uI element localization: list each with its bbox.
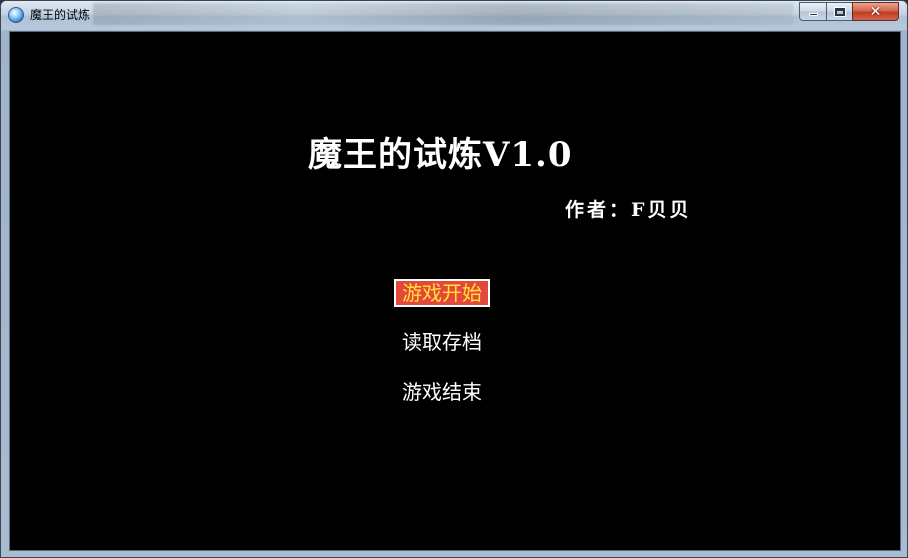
close-button[interactable]: ✕ bbox=[852, 2, 899, 21]
game-canvas[interactable]: 魔王的试炼V1.0 作者：F贝贝 游戏开始 读取存档 游戏结束 bbox=[9, 31, 901, 551]
menu-item-load-save[interactable]: 读取存档 bbox=[394, 329, 490, 357]
maximize-button[interactable] bbox=[826, 2, 852, 21]
app-window: 魔王的试炼 ✕ 魔王的试炼V1.0 作者：F贝贝 游戏开始 读取存档 游戏结束 bbox=[0, 0, 908, 558]
caption-buttons: ✕ bbox=[799, 2, 899, 21]
maximize-icon bbox=[833, 6, 846, 17]
close-icon: ✕ bbox=[869, 3, 882, 20]
title-bar-glass bbox=[93, 3, 793, 25]
main-menu: 游戏开始 读取存档 游戏结束 bbox=[10, 32, 900, 550]
app-icon[interactable] bbox=[8, 7, 24, 23]
minimize-button[interactable] bbox=[799, 2, 826, 21]
menu-item-start-game[interactable]: 游戏开始 bbox=[394, 279, 490, 307]
window-title: 魔王的试炼 bbox=[30, 8, 91, 22]
minimize-icon bbox=[808, 13, 818, 16]
menu-item-exit-game[interactable]: 游戏结束 bbox=[394, 379, 490, 407]
title-bar[interactable]: 魔王的试炼 ✕ bbox=[1, 1, 907, 30]
